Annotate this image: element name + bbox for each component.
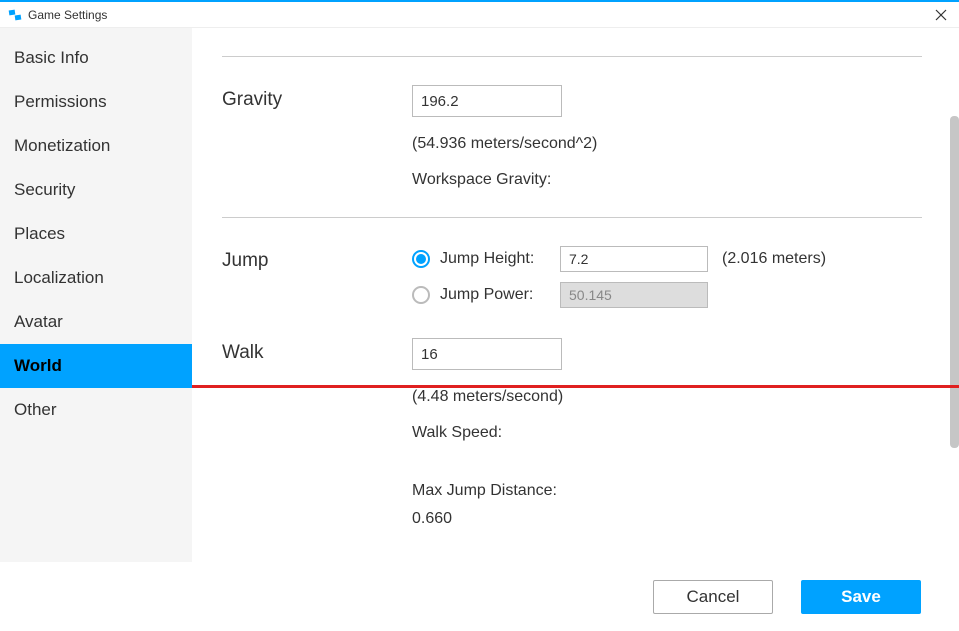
gravity-workspace-label: Workspace Gravity: <box>412 171 922 189</box>
sidebar: Basic Info Permissions Monetization Secu… <box>0 28 192 562</box>
jump-height-aside: (2.016 meters) <box>722 250 826 268</box>
jump-power-radio[interactable] <box>412 286 430 304</box>
save-button[interactable]: Save <box>801 580 921 614</box>
gravity-hint: (54.936 meters/second^2) <box>412 135 922 153</box>
sidebar-item-permissions[interactable]: Permissions <box>0 80 192 124</box>
window-title: Game Settings <box>28 8 931 22</box>
sidebar-item-avatar[interactable]: Avatar <box>0 300 192 344</box>
max-jump-distance-partial: 0.660 <box>412 510 922 528</box>
app-icon <box>8 8 22 22</box>
sidebar-item-localization[interactable]: Localization <box>0 256 192 300</box>
sidebar-item-places[interactable]: Places <box>0 212 192 256</box>
jump-height-radio[interactable] <box>412 250 430 268</box>
jump-power-label: Jump Power: <box>440 286 560 304</box>
sidebar-item-basic-info[interactable]: Basic Info <box>0 36 192 80</box>
highlight-underline <box>192 385 959 388</box>
walk-hint: (4.48 meters/second) <box>412 388 922 406</box>
jump-label: Jump <box>222 246 412 272</box>
sidebar-item-other[interactable]: Other <box>0 388 192 432</box>
jump-power-input <box>560 282 708 308</box>
walk-speed-label: Walk Speed: <box>412 424 922 442</box>
jump-height-input[interactable] <box>560 246 708 272</box>
jump-height-label: Jump Height: <box>440 250 560 268</box>
max-jump-distance-label: Max Jump Distance: <box>412 482 922 500</box>
footer: Cancel Save <box>0 563 959 631</box>
titlebar: Game Settings <box>0 2 959 28</box>
content-panel: Gravity (54.936 meters/second^2) Workspa… <box>192 28 959 562</box>
walk-label: Walk <box>222 338 412 364</box>
cancel-button[interactable]: Cancel <box>653 580 773 614</box>
gravity-label: Gravity <box>222 85 412 111</box>
sidebar-item-monetization[interactable]: Monetization <box>0 124 192 168</box>
gravity-input[interactable] <box>412 85 562 117</box>
sidebar-item-world[interactable]: World <box>0 344 192 388</box>
scrollbar[interactable] <box>950 116 959 448</box>
walk-input[interactable] <box>412 338 562 370</box>
section-divider <box>222 217 922 218</box>
sidebar-item-security[interactable]: Security <box>0 168 192 212</box>
close-icon[interactable] <box>931 5 951 25</box>
section-divider <box>222 56 922 57</box>
